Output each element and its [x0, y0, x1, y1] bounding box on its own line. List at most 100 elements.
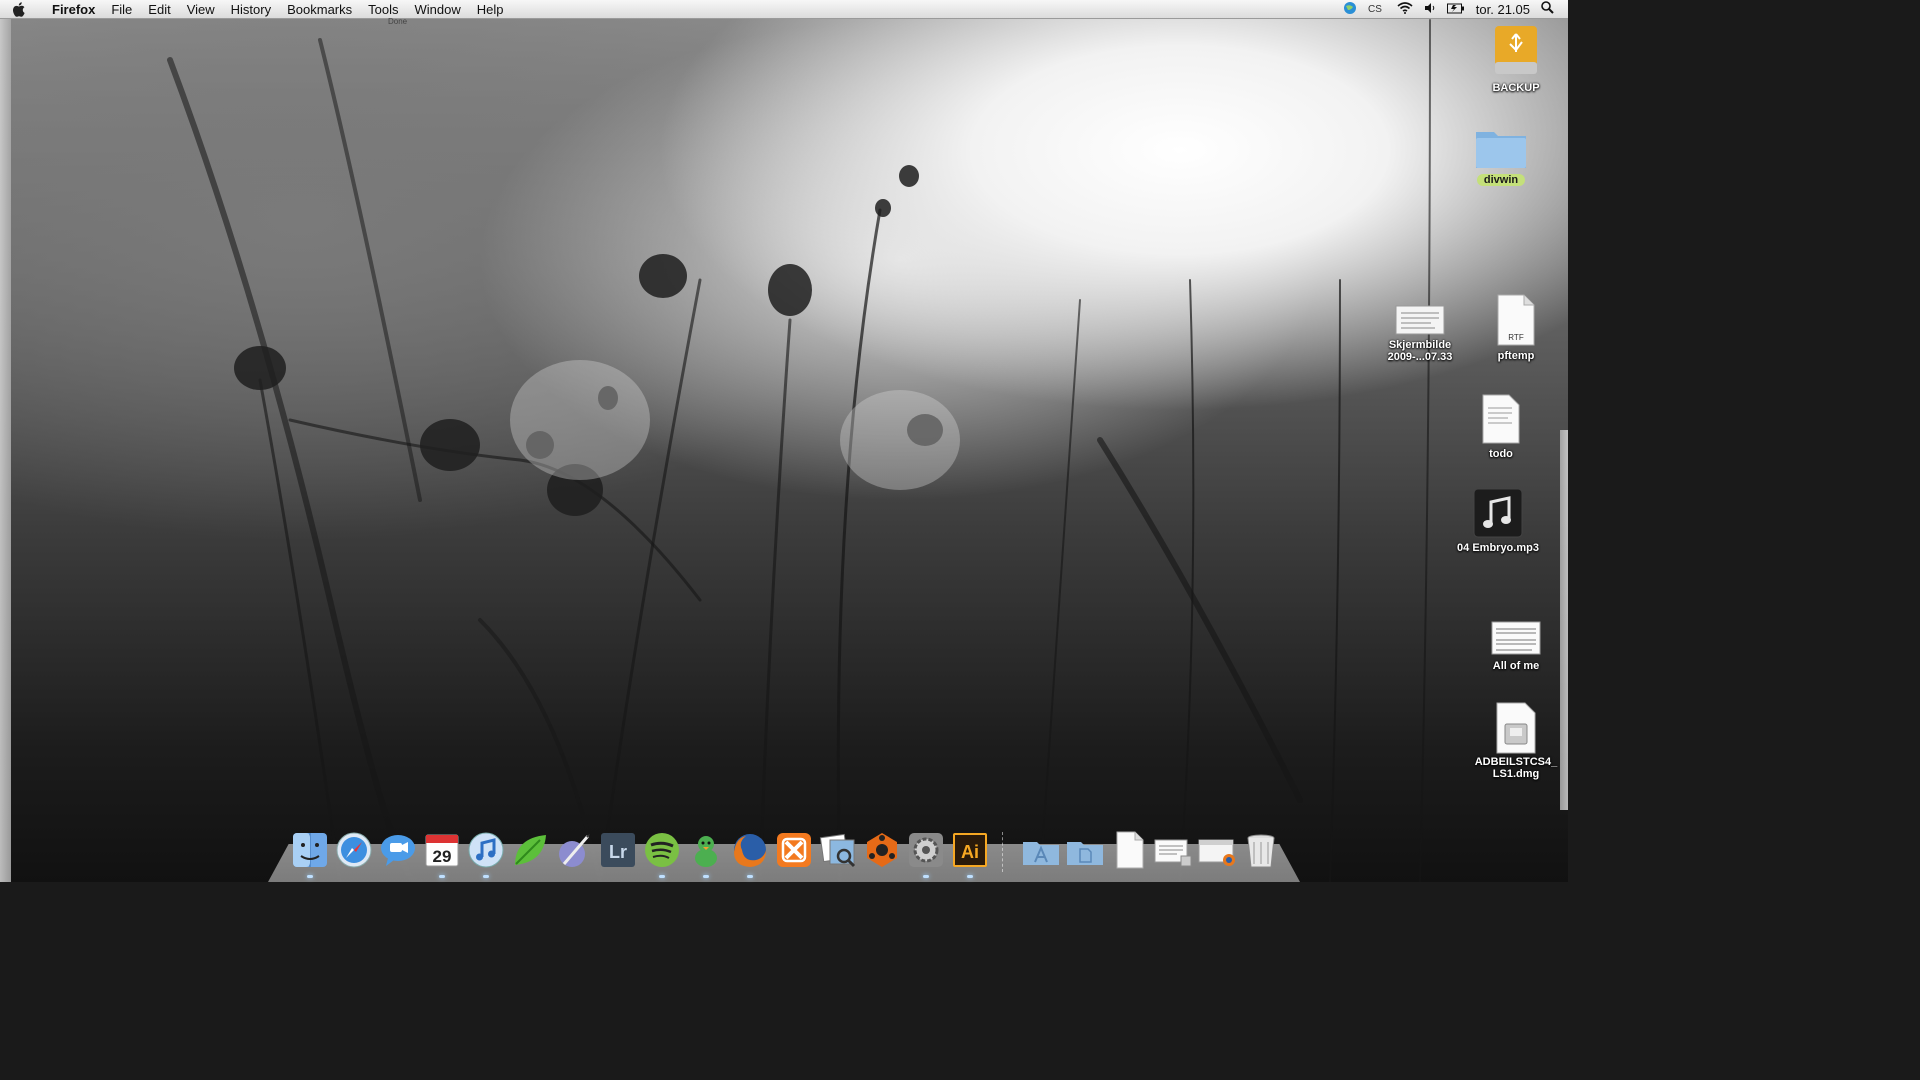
dock-reason[interactable] — [862, 828, 902, 872]
dock-trash[interactable] — [1241, 828, 1281, 872]
dock-itunes[interactable] — [466, 828, 506, 878]
spotify-icon — [645, 833, 679, 867]
sheet-music-file-icon — [1491, 621, 1541, 655]
xampp-icon — [777, 833, 811, 867]
menu-help[interactable]: Help — [469, 2, 512, 17]
menu-extras: CS tor. 21.05 — [1343, 1, 1568, 18]
volume-icon[interactable] — [1424, 2, 1436, 17]
text-document-icon — [1482, 394, 1520, 444]
dock-preview[interactable] — [818, 828, 858, 872]
desktop-icon-screenshot[interactable]: Skjermbilde 2009-...07.33 — [1370, 303, 1470, 365]
running-indicator — [439, 875, 445, 878]
finder-icon — [293, 833, 327, 867]
desktop-icon-label: 04 Embryo.mp3 — [1457, 542, 1539, 554]
dock-xampp[interactable] — [774, 828, 814, 872]
dock-coda[interactable] — [510, 828, 550, 872]
usb-drive-icon — [1495, 26, 1537, 74]
desktop-icon-all-of-me[interactable]: All of me — [1466, 620, 1566, 674]
menu-history[interactable]: History — [223, 2, 279, 17]
calendar-day: 29 — [433, 847, 452, 866]
folder-icon — [1476, 132, 1526, 168]
menu-app-firefox[interactable]: Firefox — [44, 2, 103, 17]
disk-image-icon — [1496, 702, 1536, 754]
rtf-document-icon: RTF — [1497, 294, 1535, 346]
running-indicator — [659, 875, 665, 878]
dock-script-editor[interactable] — [554, 828, 594, 872]
desktop-icon-label: BACKUP — [1492, 82, 1540, 94]
desktop-icon-label: ADBEILSTCS4_LS1.dmg — [1474, 756, 1558, 780]
dock-firefox[interactable] — [730, 828, 770, 878]
running-indicator — [483, 875, 489, 878]
dock-lightroom[interactable]: Lr — [598, 828, 638, 872]
dock-illustrator[interactable]: Ai — [950, 828, 990, 878]
dock-blank-document[interactable] — [1109, 828, 1149, 872]
dock-documents-stack[interactable] — [1065, 828, 1105, 872]
browser-status-text: Done — [388, 17, 408, 26]
background-window-edge — [0, 18, 11, 882]
dock-adium[interactable] — [686, 828, 726, 878]
dock: 29 Lr Ai — [290, 826, 1281, 878]
menu-bar: Firefox File Edit View History Bookmarks… — [0, 0, 1568, 19]
running-indicator — [307, 875, 313, 878]
desktop-icon-label: Skjermbilde 2009-...07.33 — [1387, 339, 1453, 363]
dock-spotify[interactable] — [642, 828, 682, 878]
spotlight-icon[interactable] — [1541, 1, 1554, 17]
desktop-icon-label: divwin — [1476, 174, 1526, 186]
illustrator-icon: Ai — [953, 833, 987, 867]
dock-ichat[interactable] — [378, 828, 418, 872]
running-indicator — [967, 875, 973, 878]
desktop-wallpaper — [0, 0, 1568, 882]
safari-icon — [336, 832, 372, 868]
dock-system-preferences[interactable] — [906, 828, 946, 878]
menu-bookmarks[interactable]: Bookmarks — [279, 2, 360, 17]
desktop-icon-pftemp[interactable]: RTF pftemp — [1466, 294, 1566, 364]
battery-icon[interactable] — [1446, 2, 1465, 17]
screenshot-stack-icon — [1154, 839, 1192, 867]
menu-tools[interactable]: Tools — [360, 2, 406, 17]
dock-safari[interactable] — [334, 828, 374, 872]
menu-window[interactable]: Window — [407, 2, 469, 17]
blank-document-icon — [1116, 831, 1144, 869]
menu-clock[interactable]: tor. 21.05 — [1476, 2, 1530, 17]
menu-file[interactable]: File — [103, 2, 140, 17]
script-editor-icon — [559, 834, 590, 867]
svg-text:CS: CS — [1368, 4, 1382, 14]
desktop-icon-label: All of me — [1492, 660, 1540, 672]
globe-status-icon[interactable] — [1343, 1, 1357, 18]
desktop-icon-todo[interactable]: todo — [1451, 394, 1551, 462]
running-indicator — [923, 875, 929, 878]
rtf-badge: RTF — [1508, 333, 1524, 342]
adium-duck-icon — [695, 836, 717, 867]
desktop-icon-label: pftemp — [1497, 350, 1535, 362]
running-indicator — [703, 875, 709, 878]
menu-view[interactable]: View — [179, 2, 223, 17]
itunes-icon — [468, 832, 504, 868]
desktop-icon-embryo-mp3[interactable]: 04 Embryo.mp3 — [1448, 488, 1548, 556]
firefox-icon — [734, 834, 766, 867]
trash-icon — [1247, 834, 1275, 868]
desktop-icon-dmg[interactable]: ADBEILSTCS4_LS1.dmg — [1466, 702, 1566, 782]
dock-screenshot-stack[interactable] — [1153, 828, 1193, 872]
desktop-icon-divwin[interactable]: divwin — [1451, 124, 1551, 188]
calendar-icon: 29 — [425, 834, 459, 867]
creative-suite-status-icon[interactable]: CS — [1368, 2, 1386, 17]
ichat-icon — [381, 835, 415, 866]
documents-folder-icon — [1067, 842, 1103, 865]
lightroom-label: Lr — [609, 842, 627, 862]
preview-icon — [819, 833, 856, 868]
firefox-window-icon — [1198, 839, 1235, 866]
dock-applications-stack[interactable] — [1021, 828, 1061, 872]
dock-ical[interactable]: 29 — [422, 828, 462, 878]
menu-edit[interactable]: Edit — [140, 2, 178, 17]
apple-menu-icon[interactable] — [13, 1, 35, 17]
desktop-icon-backup[interactable]: BACKUP — [1466, 26, 1566, 96]
music-file-icon — [1473, 488, 1523, 538]
applications-folder-icon — [1023, 842, 1059, 865]
illustrator-label: Ai — [961, 842, 979, 862]
wifi-icon[interactable] — [1397, 1, 1413, 17]
screenshot-file-icon — [1395, 305, 1445, 335]
dock-finder[interactable] — [290, 828, 330, 878]
desktop-icon-label: todo — [1489, 448, 1513, 460]
dock-firefox-window[interactable] — [1197, 828, 1237, 872]
running-indicator — [747, 875, 753, 878]
